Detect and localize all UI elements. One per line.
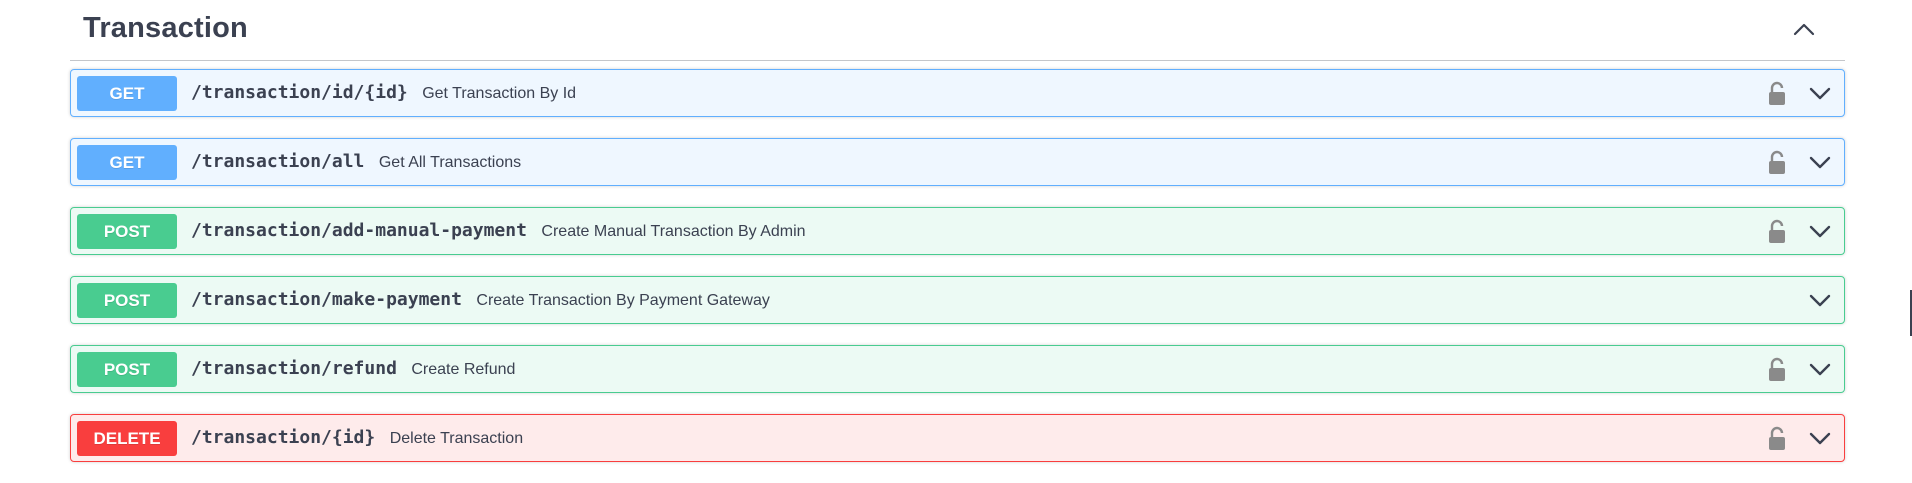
operation-path-summary: /transaction/make-payment Create Transac… (191, 277, 770, 323)
operation-path: /transaction/add-manual-payment (191, 220, 527, 241)
operation-path-summary: /transaction/refund Create Refund (191, 346, 515, 392)
operation-delete-transaction[interactable]: DELETE /transaction/{id} Delete Transact… (70, 414, 1845, 462)
operation-path: /transaction/all (191, 151, 365, 172)
section-title[interactable]: Transaction (83, 12, 248, 45)
operation-summary: Delete Transaction (389, 430, 524, 447)
chevron-up-icon[interactable] (1789, 14, 1819, 44)
method-badge: GET (77, 145, 177, 180)
operation-path-summary: /transaction/id/{id} Get Transaction By … (191, 70, 576, 116)
method-badge: GET (77, 76, 177, 111)
operation-path-summary: /transaction/{id} Delete Transaction (191, 415, 523, 461)
section-header[interactable]: Transaction (70, 0, 1845, 61)
operation-path: /transaction/make-payment (191, 289, 462, 310)
operation-summary: Create Transaction By Payment Gateway (476, 292, 770, 309)
method-badge: POST (77, 214, 177, 249)
operation-summary: Get Transaction By Id (422, 85, 577, 102)
method-badge: POST (77, 352, 177, 387)
operation-path: /transaction/{id} (191, 427, 376, 448)
operation-summary: Create Manual Transaction By Admin (541, 223, 806, 240)
lock-icon[interactable] (1766, 81, 1788, 107)
chevron-down-icon[interactable] (1808, 83, 1832, 103)
method-badge: DELETE (77, 421, 177, 456)
method-badge: POST (77, 283, 177, 318)
operation-path-summary: /transaction/all Get All Transactions (191, 139, 521, 185)
operation-path: /transaction/refund (191, 358, 397, 379)
operation-get-transaction-by-id[interactable]: GET /transaction/id/{id} Get Transaction… (70, 69, 1845, 117)
operation-summary: Get All Transactions (378, 154, 522, 171)
operation-post-refund[interactable]: POST /transaction/refund Create Refund (70, 345, 1845, 393)
chevron-down-icon[interactable] (1808, 428, 1832, 448)
chevron-down-icon[interactable] (1808, 152, 1832, 172)
chevron-down-icon[interactable] (1808, 359, 1832, 379)
chevron-down-icon[interactable] (1808, 290, 1832, 310)
operation-summary: Create Refund (411, 361, 516, 378)
chevron-down-icon[interactable] (1808, 221, 1832, 241)
lock-icon[interactable] (1766, 357, 1788, 383)
operation-get-all-transactions[interactable]: GET /transaction/all Get All Transaction… (70, 138, 1845, 186)
operation-path: /transaction/id/{id} (191, 82, 408, 103)
transaction-section: Transaction GET /transaction/id/{id} Get… (70, 0, 1845, 483)
operation-post-add-manual-payment[interactable]: POST /transaction/add-manual-payment Cre… (70, 207, 1845, 255)
operation-path-summary: /transaction/add-manual-payment Create M… (191, 208, 806, 254)
lock-icon[interactable] (1766, 219, 1788, 245)
operation-post-make-payment[interactable]: POST /transaction/make-payment Create Tr… (70, 276, 1845, 324)
lock-icon[interactable] (1766, 150, 1788, 176)
lock-icon[interactable] (1766, 426, 1788, 452)
